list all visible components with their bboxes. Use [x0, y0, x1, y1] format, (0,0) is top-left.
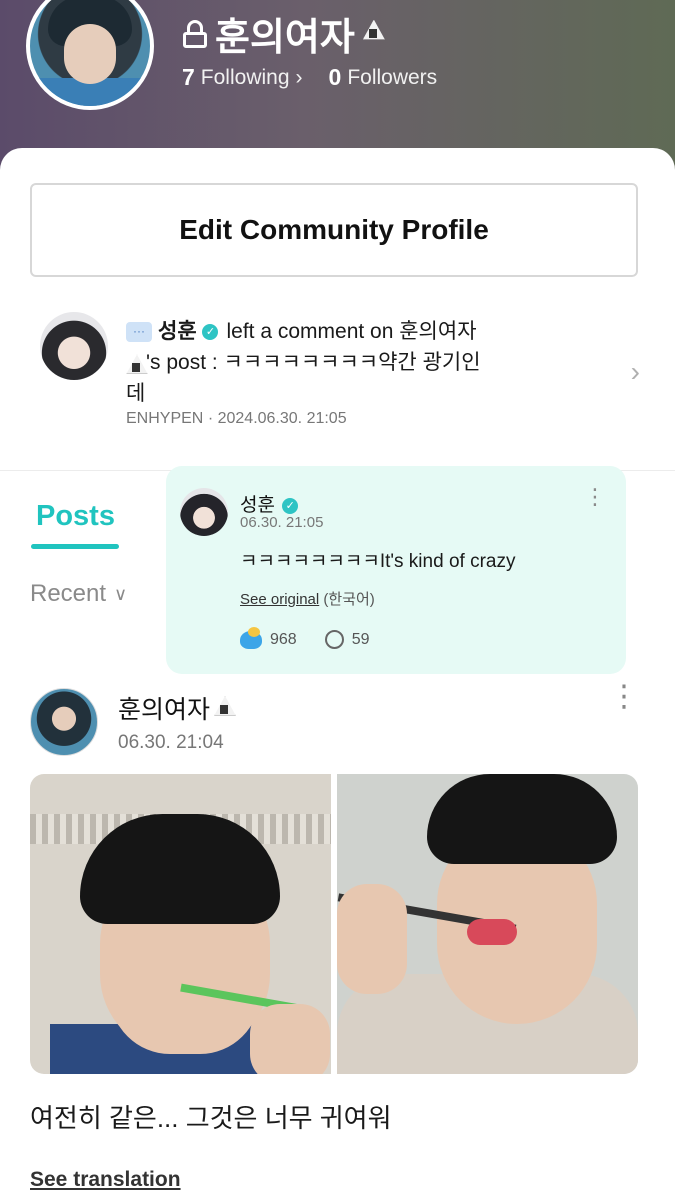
notification-user: 성훈 [158, 320, 197, 343]
sort-dropdown[interactable]: Recent ∨ [30, 580, 127, 608]
notification-text-1: left a comment on 훈의여자 [226, 320, 477, 343]
more-vertical-icon[interactable]: ⋮ [584, 486, 606, 508]
edit-profile-button[interactable]: Edit Community Profile [30, 183, 638, 277]
notification-text-3: 데 [126, 382, 146, 405]
comment-author-name: 성훈 [240, 495, 275, 516]
post-time: 06.30. 21:04 [118, 732, 224, 753]
see-original-link[interactable]: See original [240, 591, 319, 608]
following-link[interactable]: 7 Following › [182, 64, 303, 91]
comment-popup[interactable]: 성훈 ✓ 06.30. 21:05 ⋮ ㅋㅋㅋㅋㅋㅋㅋㅋIt's kind of… [166, 466, 626, 674]
profile-avatar[interactable] [26, 0, 154, 110]
comment-icon [324, 630, 344, 649]
notification-meta: ENHYPEN · 2024.06.30. 21:05 [126, 410, 347, 428]
rice-ball-icon [363, 20, 393, 48]
followers-label: Followers [347, 65, 438, 89]
notification-timestamp: 2024.06.30. 21:05 [217, 410, 347, 427]
chevron-down-icon: ∨ [114, 583, 128, 604]
lock-icon [183, 19, 207, 48]
heart-icon [240, 626, 262, 649]
tab-indicator [31, 544, 119, 549]
reply-button[interactable]: 59 [324, 630, 370, 649]
notification-community: ENHYPEN [126, 410, 204, 427]
notification-text-2: 's post : ㅋㅋㅋㅋㅋㅋㅋㅋ약간 광기인 [146, 351, 481, 374]
rice-ball-icon [214, 696, 240, 720]
comment-body: ㅋㅋㅋㅋㅋㅋㅋㅋIt's kind of crazy [240, 551, 516, 572]
following-label: Following [200, 65, 290, 89]
post-caption: 여전히 같은... 그것은 너무 귀여워 [30, 1103, 392, 1133]
follow-stats: 7 Following › 0 Followers [182, 64, 437, 91]
verified-icon: ✓ [282, 497, 299, 514]
notification-avatar [40, 312, 108, 380]
comment-author[interactable]: 성훈 ✓ [240, 490, 306, 517]
rice-ball-icon [126, 354, 146, 373]
verified-icon: ✓ [202, 324, 219, 341]
like-count: 968 [270, 630, 297, 648]
comment-avatar[interactable] [180, 488, 228, 536]
profile-name: 훈의여자 [215, 17, 355, 59]
comment-time: 06.30. 21:05 [240, 514, 324, 531]
sort-label: Recent [30, 580, 107, 607]
profile-sheet: Edit Community Profile ··· 성훈 ✓ left a com… [0, 148, 675, 1200]
notification-text: ··· 성훈 ✓ left a comment on 훈의여자 's post : … [126, 316, 526, 409]
chevron-right-icon[interactable]: › [631, 356, 640, 388]
comment-notification[interactable]: ··· 성훈 ✓ left a comment on 훈의여자 's post : … [40, 312, 640, 442]
chat-bubble-icon: ··· [126, 322, 152, 343]
post-author[interactable]: 훈의여자 [118, 690, 240, 726]
chevron-right-icon: › [295, 65, 303, 89]
meta-separator: · [207, 410, 214, 427]
post-author-avatar[interactable] [30, 688, 98, 756]
see-original-row: See original (한국어) [240, 588, 375, 609]
followers-link[interactable]: 0 Followers [329, 64, 438, 91]
post-image-left[interactable] [30, 774, 331, 1074]
following-count: 7 [182, 64, 195, 90]
like-button[interactable]: 968 [240, 626, 297, 649]
original-language: (한국어) [323, 591, 375, 608]
more-vertical-icon[interactable]: ⋮ [609, 682, 639, 712]
comment-stats: 968 59 [240, 626, 370, 649]
followers-count: 0 [328, 64, 342, 90]
comment-count: 59 [351, 630, 370, 648]
post-image-right[interactable] [337, 774, 638, 1074]
post-author-name: 훈의여자 [118, 696, 211, 724]
tab-posts[interactable]: Posts [36, 500, 115, 533]
see-translation-link[interactable]: See translation [30, 1168, 181, 1192]
profile-title: 훈의여자 [183, 6, 393, 61]
